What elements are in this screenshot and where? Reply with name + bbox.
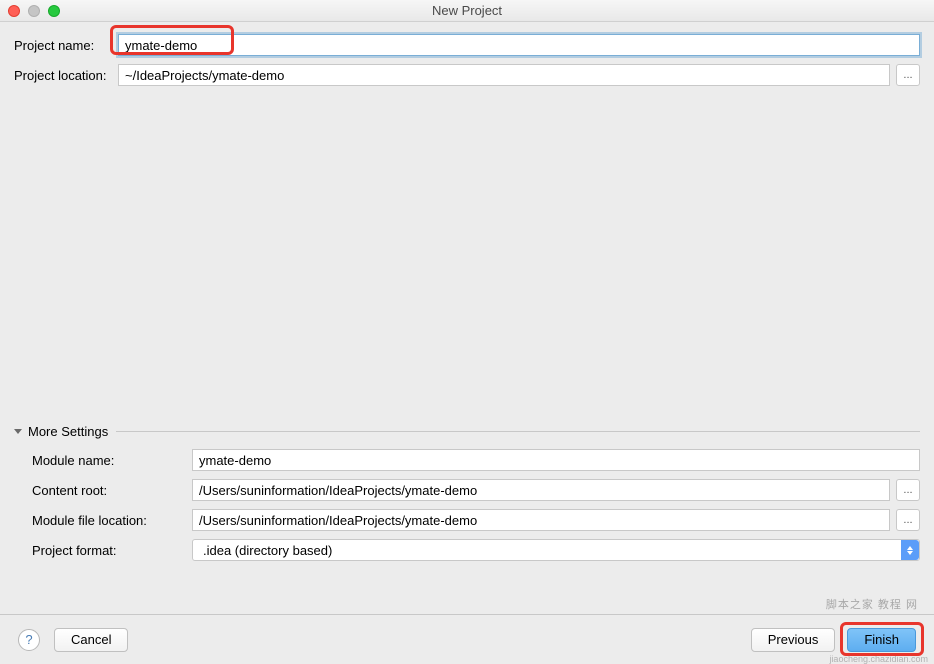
project-format-label: Project format: (32, 543, 192, 558)
window-controls (0, 5, 60, 17)
finish-button[interactable]: Finish (847, 628, 916, 652)
more-settings-toggle[interactable]: More Settings (14, 424, 920, 439)
browse-location-button[interactable]: ... (896, 64, 920, 86)
more-settings-body: Module name: Content root: ... Module fi… (14, 449, 920, 561)
close-icon[interactable] (8, 5, 20, 17)
help-button[interactable]: ? (18, 629, 40, 651)
module-file-location-row: Module file location: ... (32, 509, 920, 531)
project-format-select[interactable]: .idea (directory based) (192, 539, 920, 561)
module-name-row: Module name: (32, 449, 920, 471)
previous-button[interactable]: Previous (751, 628, 836, 652)
project-location-label: Project location: (14, 68, 118, 83)
module-file-location-label: Module file location: (32, 513, 192, 528)
chevron-down-icon (14, 429, 22, 434)
project-name-row: Project name: (14, 34, 920, 56)
cancel-button[interactable]: Cancel (54, 628, 128, 652)
spacer (14, 94, 920, 424)
project-format-value: .idea (directory based) (192, 539, 920, 561)
project-format-row: Project format: .idea (directory based) (32, 539, 920, 561)
main-content: Project name: Project location: ... More… (0, 22, 934, 581)
maximize-icon[interactable] (48, 5, 60, 17)
titlebar: New Project (0, 0, 934, 22)
project-name-label: Project name: (14, 38, 118, 53)
module-name-input[interactable] (192, 449, 920, 471)
more-settings-label: More Settings (28, 424, 108, 439)
browse-module-file-button[interactable]: ... (896, 509, 920, 531)
browse-content-root-button[interactable]: ... (896, 479, 920, 501)
watermark: 脚本之家 教程 网 (826, 596, 918, 612)
module-file-location-input[interactable] (192, 509, 890, 531)
footer: ? Cancel Previous Finish (0, 614, 934, 664)
content-root-input[interactable] (192, 479, 890, 501)
content-root-row: Content root: ... (32, 479, 920, 501)
project-location-row: Project location: ... (14, 64, 920, 86)
divider (116, 431, 920, 432)
window-title: New Project (0, 3, 934, 18)
project-name-input[interactable] (118, 34, 920, 56)
content-root-label: Content root: (32, 483, 192, 498)
project-location-input[interactable] (118, 64, 890, 86)
minimize-icon (28, 5, 40, 17)
module-name-label: Module name: (32, 453, 192, 468)
select-arrows-icon (901, 540, 919, 560)
